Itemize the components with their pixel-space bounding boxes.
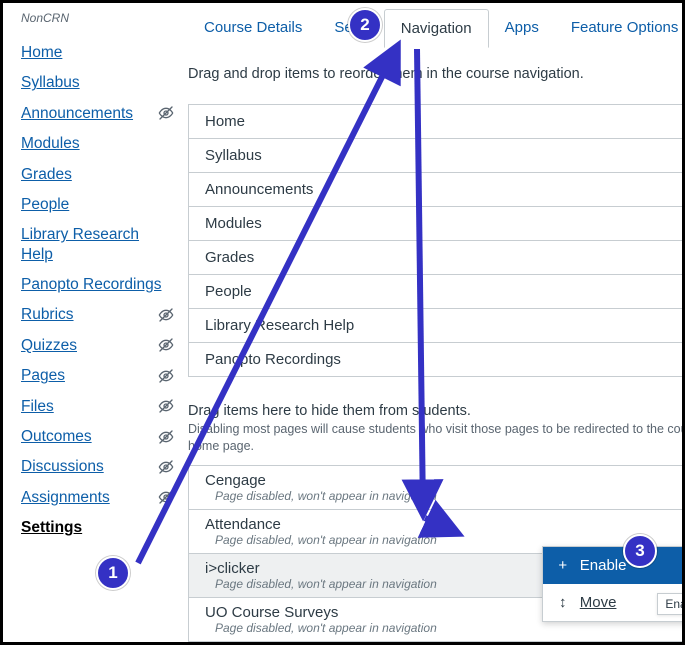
sidebar-item-syllabus[interactable]: Syllabus [21,69,174,99]
nav-item-label: Panopto Recordings [205,351,341,368]
nav-item-label: Modules [205,215,262,232]
settings-main: Course DetailsSectiNavigationAppsFeature… [188,3,685,642]
hidden-icon [158,459,174,475]
hidden-item-label: i>clicker [205,560,437,577]
nav-item-label: Announcements [205,181,313,198]
nav-item[interactable]: Syllabus⋮ [189,139,685,173]
callout-3: 3 [623,534,657,568]
hidden-item-sub: Page disabled, won't appear in navigatio… [205,533,437,547]
nav-item[interactable]: Announcements⋮ [189,173,685,207]
sidebar-link-label[interactable]: Outcomes [21,427,92,446]
sidebar-link-label[interactable]: Files [21,397,54,416]
nav-item[interactable]: Home [189,105,685,139]
sidebar-item-modules[interactable]: Modules [21,130,174,160]
nav-item[interactable]: Library Research Help⋮ [189,309,685,343]
hidden-item-label: Attendance [205,516,437,533]
move-icon: ↕ [556,594,570,611]
tab-feature-options[interactable]: Feature Options [555,9,685,48]
hidden-icon [158,489,174,505]
sidebar-link-label[interactable]: Modules [21,134,80,153]
callout-2: 2 [348,8,382,42]
sidebar-item-panopto-recordings[interactable]: Panopto Recordings [21,271,174,301]
sidebar-link-label[interactable]: Rubrics [21,305,74,324]
move-label: Move [580,594,617,611]
hidden-item-label: Cengage [205,472,437,489]
sidebar-link-label[interactable]: Discussions [21,457,104,476]
sidebar-link-label[interactable]: People [21,195,69,214]
sidebar-item-quizzes[interactable]: Quizzes [21,332,174,362]
enable-option[interactable]: + Enable [543,547,685,584]
plus-icon: + [556,557,570,574]
settings-tabs: Course DetailsSectiNavigationAppsFeature… [188,9,685,48]
hidden-icon [158,307,174,323]
hide-instruction: Drag items here to hide them from studen… [188,403,685,419]
sidebar-link-label[interactable]: Panopto Recordings [21,275,161,294]
sidebar-link-label[interactable]: Pages [21,366,65,385]
sidebar-item-outcomes[interactable]: Outcomes [21,423,174,453]
nav-item-label: People [205,283,252,300]
sidebar-link-label[interactable]: Settings [21,518,82,537]
sidebar-item-home[interactable]: Home [21,39,174,69]
sidebar-link-label[interactable]: Syllabus [21,73,80,92]
sidebar-item-announcements[interactable]: Announcements [21,100,174,130]
nav-item-label: Library Research Help [205,317,354,334]
sidebar-item-rubrics[interactable]: Rubrics [21,301,174,331]
hidden-icon [158,368,174,384]
sidebar-item-grades[interactable]: Grades [21,161,174,191]
hide-note: Disabling most pages will cause students… [188,421,685,455]
hidden-icon [158,429,174,445]
sidebar-item-settings[interactable]: Settings [21,514,174,544]
nav-item[interactable]: Grades⋮ [189,241,685,275]
sidebar-link-label[interactable]: Quizzes [21,336,77,355]
sidebar-item-files[interactable]: Files [21,393,174,423]
sidebar-link-label[interactable]: Announcements [21,104,133,123]
callout-1: 1 [96,556,130,590]
hidden-icon [158,105,174,121]
hidden-icon [158,337,174,353]
tab-navigation[interactable]: Navigation [384,9,489,48]
tab-course-details[interactable]: Course Details [188,9,318,48]
course-label: NonCRN [21,11,174,25]
sidebar-item-discussions[interactable]: Discussions [21,453,174,483]
sidebar-link-label[interactable]: Home [21,43,62,62]
hidden-item-sub: Page disabled, won't appear in navigatio… [205,621,437,635]
hidden-item-sub: Page disabled, won't appear in navigatio… [205,577,437,591]
sidebar-link-label[interactable]: Grades [21,165,72,184]
sidebar-item-pages[interactable]: Pages [21,362,174,392]
nav-item[interactable]: Panopto Recordings⋮ [189,343,685,376]
hidden-item-sub: Page disabled, won't appear in navigatio… [205,489,437,503]
enabled-navigation-list: HomeSyllabus⋮Announcements⋮Modules⋮Grade… [188,104,685,377]
nav-item[interactable]: People⋮ [189,275,685,309]
hidden-nav-item[interactable]: CengagePage disabled, won't appear in na… [189,466,685,510]
enable-tooltip: Enable this item [657,593,685,615]
sidebar-link-label[interactable]: Assignments [21,488,110,507]
nav-item-label: Home [205,113,245,130]
nav-item[interactable]: Modules⋮ [189,207,685,241]
sidebar-item-people[interactable]: People [21,191,174,221]
hidden-icon [158,398,174,414]
sidebar-link-label[interactable]: Library Research Help [21,225,174,264]
nav-item-label: Grades [205,249,254,266]
tab-apps[interactable]: Apps [489,9,555,48]
enable-label: Enable [580,557,627,574]
hidden-item-label: UO Course Surveys [205,604,437,621]
nav-instructions: Drag and drop items to reorder them in t… [188,66,685,82]
nav-item-label: Syllabus [205,147,262,164]
course-sidebar: NonCRN Home Syllabus Announcements Modules G… [3,3,188,642]
sidebar-item-assignments[interactable]: Assignments [21,484,174,514]
sidebar-item-library-research-help[interactable]: Library Research Help [21,221,174,271]
